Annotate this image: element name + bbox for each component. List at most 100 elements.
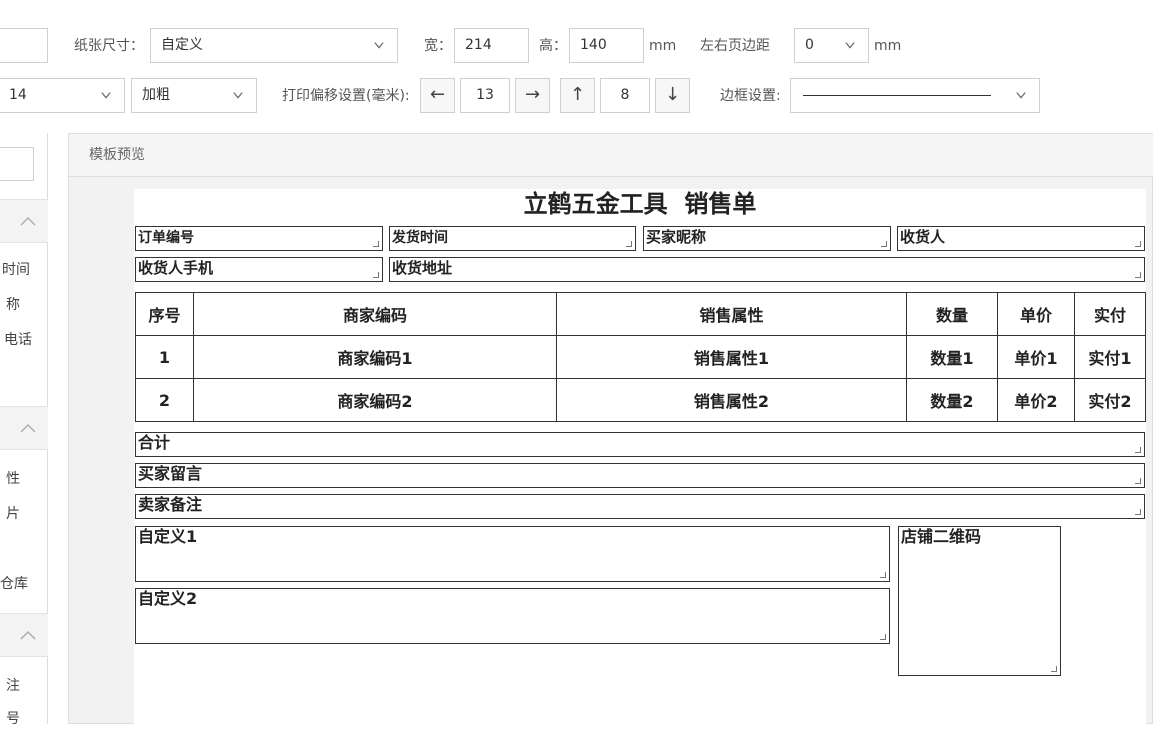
sidebar-item[interactable]: 时间 [2, 259, 30, 279]
table-cell: 销售属性1 [556, 335, 907, 379]
border-style-select[interactable] [790, 78, 1040, 113]
field-label: 店铺二维码 [901, 527, 982, 546]
height-unit: mm [649, 38, 677, 54]
table-row: 2 商家编码2 销售属性2 数量2 单价2 实付2 [135, 378, 1146, 422]
field-receiver-address[interactable]: 收货地址 [389, 257, 1145, 282]
table-cell: 商家编码2 [193, 378, 557, 422]
margin-select[interactable]: 0 [794, 28, 869, 63]
margin-unit: mm [874, 38, 902, 54]
offset-x-input[interactable]: 13 [460, 78, 510, 113]
field-label: 收货地址 [392, 259, 453, 277]
resize-handle-icon[interactable] [880, 572, 886, 578]
field-sidebar: 时间 称 电话 性 片 仓库 注 号 [0, 133, 48, 727]
document-title: 立鹤五金工具 销售单 [523, 190, 757, 218]
field-label: 买家留言 [138, 464, 203, 483]
print-paper: 立鹤五金工具 销售单 订单编号 发货时间 买家昵称 收货人 收货人手机 收货地址 [134, 189, 1146, 729]
field-label: 收货人 [900, 228, 946, 246]
chevron-down-icon [1016, 91, 1026, 99]
field-label: 合计 [138, 433, 171, 452]
margin-value: 0 [805, 37, 814, 53]
field-label: 收货人手机 [138, 259, 214, 277]
table-header-row: 序号 商家编码 销售属性 数量 单价 实付 [135, 292, 1146, 336]
paper-size-select[interactable]: 自定义 [150, 28, 398, 63]
offset-y-input[interactable]: 8 [600, 78, 650, 113]
sidebar-search-input[interactable] [0, 147, 34, 181]
field-label: 自定义1 [138, 527, 198, 546]
chevron-up-icon [20, 424, 36, 433]
table-cell: 2 [135, 378, 194, 422]
chevron-down-icon [233, 91, 243, 99]
offset-down-button[interactable]: ↓ [655, 78, 690, 113]
field-receiver-phone[interactable]: 收货人手机 [135, 257, 383, 282]
font-weight-select[interactable]: 加粗 [131, 78, 257, 113]
width-input[interactable]: 214 [454, 28, 529, 63]
resize-handle-icon[interactable] [373, 241, 379, 247]
chevron-down-icon [845, 41, 855, 49]
table-cell: 单价2 [997, 378, 1075, 422]
field-label: 发货时间 [392, 230, 448, 246]
resize-handle-icon[interactable] [373, 272, 379, 278]
chevron-down-icon [101, 91, 111, 99]
table-cell: 实付1 [1074, 335, 1146, 379]
field-label: 卖家备注 [138, 495, 203, 514]
resize-handle-icon[interactable] [1051, 666, 1057, 672]
preview-title: 模板预览 [69, 134, 1153, 177]
chevron-down-icon [374, 41, 384, 49]
sidebar-item[interactable]: 性 [6, 468, 20, 488]
sidebar-item[interactable]: 片 [6, 503, 20, 523]
table-header-cell: 商家编码 [193, 292, 557, 336]
field-custom-1[interactable]: 自定义1 [135, 526, 890, 582]
border-label: 边框设置: [720, 88, 781, 104]
chevron-up-icon [20, 631, 36, 640]
field-seller-note[interactable]: 卖家备注 [135, 494, 1145, 519]
field-order-number[interactable]: 订单编号 [135, 226, 383, 251]
sidebar-item[interactable]: 电话 [4, 329, 32, 349]
items-table[interactable]: 序号 商家编码 销售属性 数量 单价 实付 1 商家编码1 销售属性1 数量1 … [135, 292, 1146, 422]
margin-label: 左右页边距 [700, 38, 770, 54]
resize-handle-icon[interactable] [626, 241, 632, 247]
resize-handle-icon[interactable] [1135, 447, 1141, 453]
table-cell: 1 [135, 335, 194, 379]
offset-up-button[interactable]: ↑ [560, 78, 595, 113]
height-input[interactable]: 140 [569, 28, 644, 63]
field-shop-qrcode[interactable]: 店铺二维码 [898, 526, 1061, 676]
solid-line-icon [803, 95, 991, 96]
table-cell: 实付2 [1074, 378, 1146, 422]
resize-handle-icon[interactable] [1135, 272, 1141, 278]
field-label: 订单编号 [138, 230, 194, 246]
paper-size-value: 自定义 [161, 37, 203, 53]
left-cut-input[interactable] [0, 28, 48, 63]
field-buyer-nickname[interactable]: 买家昵称 [643, 226, 891, 251]
sidebar-group-header-3[interactable] [0, 613, 48, 657]
resize-handle-icon[interactable] [1135, 478, 1141, 484]
table-header-cell: 单价 [997, 292, 1075, 336]
font-size-select[interactable]: 14 [0, 78, 125, 113]
field-total[interactable]: 合计 [135, 432, 1145, 457]
chevron-up-icon [20, 217, 36, 226]
template-preview-panel: 模板预览 立鹤五金工具 销售单 订单编号 发货时间 买家昵称 收货人 收货人手机… [68, 133, 1153, 729]
field-label: 买家昵称 [646, 228, 707, 246]
sidebar-item[interactable]: 号 [6, 708, 20, 728]
table-cell: 数量2 [906, 378, 998, 422]
field-ship-time[interactable]: 发货时间 [389, 226, 636, 251]
field-receiver[interactable]: 收货人 [897, 226, 1145, 251]
table-cell: 数量1 [906, 335, 998, 379]
resize-handle-icon[interactable] [881, 241, 887, 247]
sidebar-group-header-1[interactable] [0, 199, 48, 243]
sidebar-item[interactable]: 称 [6, 294, 20, 314]
table-cell: 商家编码1 [193, 335, 557, 379]
field-buyer-message[interactable]: 买家留言 [135, 463, 1145, 488]
field-custom-2[interactable]: 自定义2 [135, 588, 890, 644]
sidebar-item[interactable]: 仓库 [0, 573, 28, 593]
table-header-cell: 序号 [135, 292, 194, 336]
resize-handle-icon[interactable] [1135, 241, 1141, 247]
table-cell: 销售属性2 [556, 378, 907, 422]
offset-right-button[interactable]: → [515, 78, 550, 113]
sidebar-group-header-2[interactable] [0, 406, 48, 450]
resize-handle-icon[interactable] [1135, 509, 1141, 515]
paper-size-label: 纸张尺寸： [74, 38, 144, 54]
font-size-value: 14 [9, 87, 27, 103]
offset-left-button[interactable]: ← [420, 78, 455, 113]
sidebar-item[interactable]: 注 [6, 675, 20, 695]
resize-handle-icon[interactable] [880, 634, 886, 640]
